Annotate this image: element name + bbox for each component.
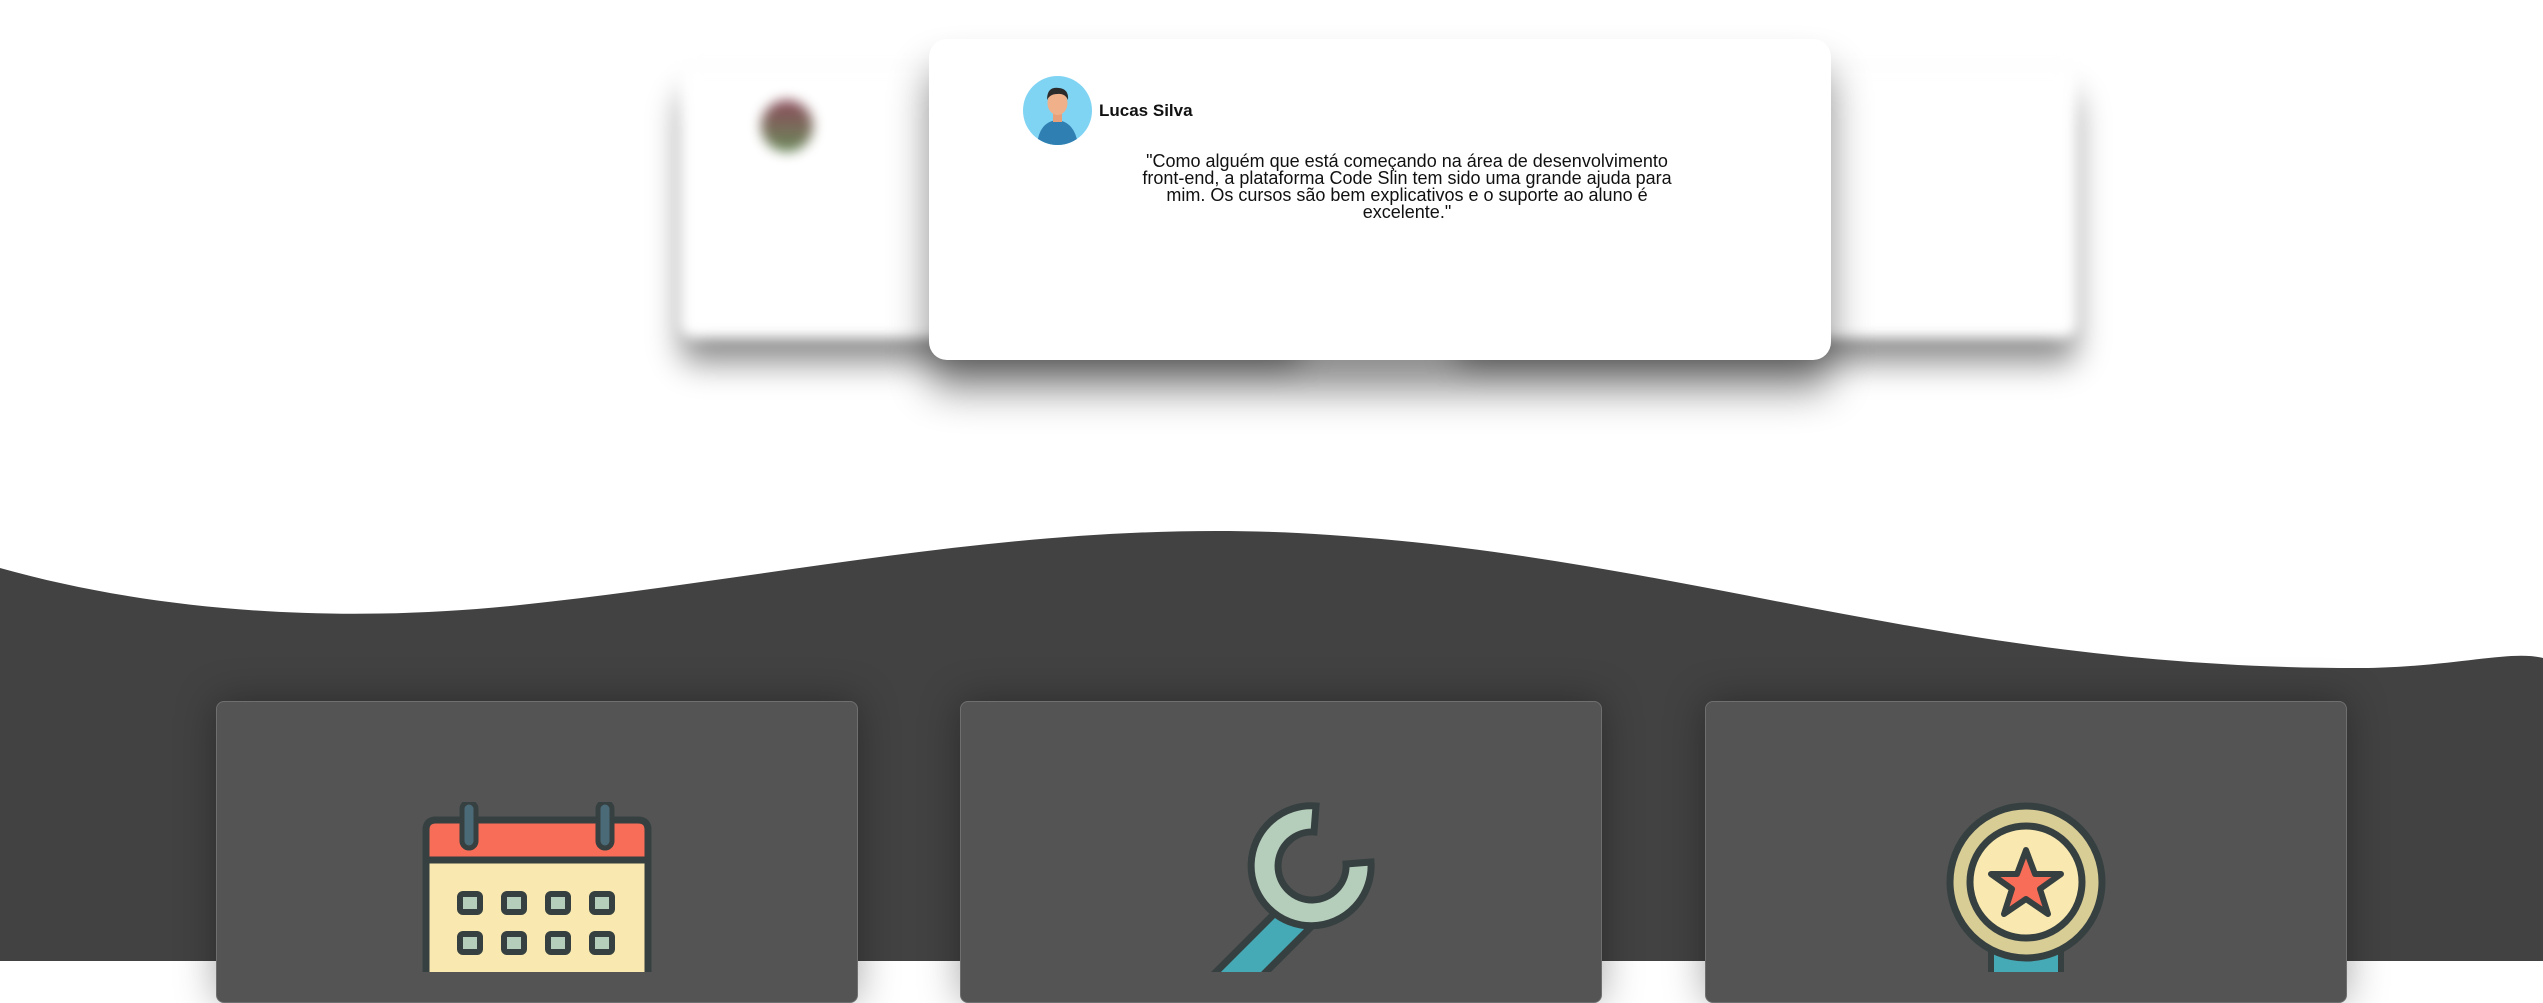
calendar-icon — [422, 802, 652, 972]
avatar — [1023, 76, 1092, 145]
avatar — [761, 100, 813, 152]
feature-card-schedule — [216, 701, 858, 1003]
feature-card-tools — [960, 701, 1602, 1003]
medal-icon — [1946, 802, 2106, 972]
testimonial-quote: "Como alguém que está começando na área … — [1142, 151, 1672, 222]
testimonial-author: Lucas Silva — [1099, 101, 1193, 120]
testimonial-card-active: Lucas Silva "Como alguém que está começa… — [929, 39, 1831, 360]
feature-card-certificate — [1705, 701, 2347, 1003]
wave-divider — [0, 531, 2543, 700]
wrench-icon — [1211, 802, 1375, 972]
